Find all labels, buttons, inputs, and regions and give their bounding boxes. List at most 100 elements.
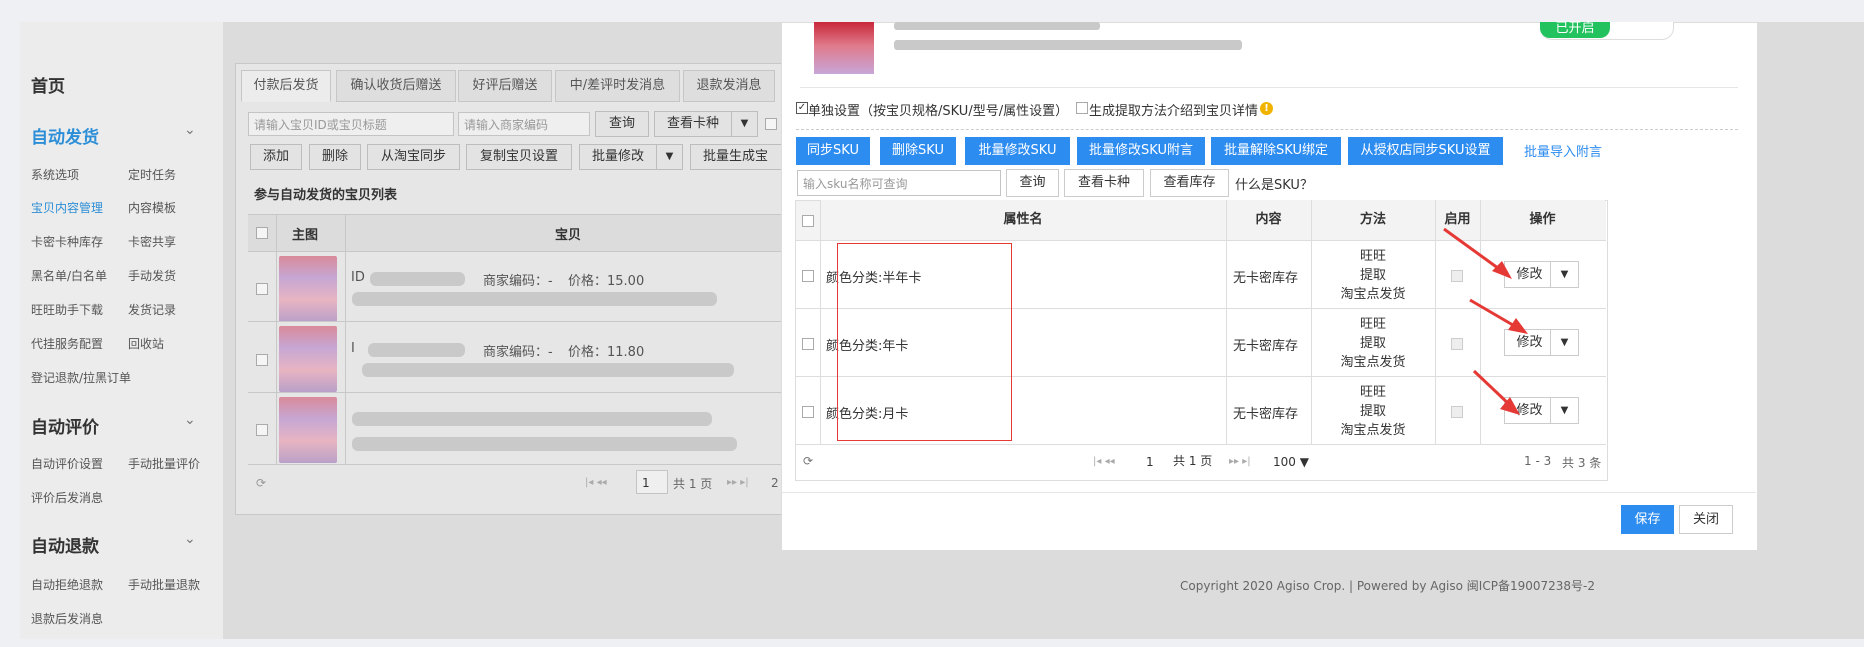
item-thumbnail (814, 22, 874, 74)
tab-after-payment[interactable]: 付款后发货 (241, 70, 331, 102)
merchant-code-input[interactable]: 请输入商家编码 (458, 112, 590, 136)
sidebar-item-manual-batch-review[interactable]: 手动批量评价 (128, 455, 200, 472)
tab-after-praise[interactable]: 好评后赠送 (458, 70, 552, 102)
refresh-icon[interactable]: ⟳ (803, 454, 813, 468)
sync-from-authorized-store-button[interactable]: 从授权店同步SKU设置 (1348, 137, 1503, 165)
sidebar-item-auto-reject-refund[interactable]: 自动拒绝退款 (31, 576, 103, 593)
method-taobao-delivery: 淘宝点发货 (1340, 355, 1406, 370)
batch-edit-sku-button[interactable]: 批量修改SKU (965, 137, 1070, 165)
status-badge[interactable]: 已开启 (1540, 22, 1610, 38)
close-button[interactable]: 关闭 (1679, 505, 1733, 534)
sku-content: 无卡密库存 (1233, 271, 1299, 286)
sidebar-item-manual-batch-refund[interactable]: 手动批量退款 (128, 576, 200, 593)
delete-button[interactable]: 删除 (309, 144, 361, 170)
sidebar-item-card-share[interactable]: 卡密共享 (128, 233, 176, 250)
sku-row-checkbox[interactable] (802, 338, 814, 350)
row-checkbox[interactable] (256, 424, 268, 436)
sku-search-input[interactable]: 输入sku名称可查询 (797, 170, 1001, 196)
batch-generate-button[interactable]: 批量生成宝 (690, 144, 791, 170)
batch-import-note-link[interactable]: 批量导入附言 (1524, 141, 1602, 160)
delete-sku-button[interactable]: 删除SKU (880, 137, 956, 165)
sku-view-stock-button[interactable]: 查看库存 (1150, 169, 1229, 197)
checkbox[interactable] (765, 118, 777, 130)
tab-bad-review[interactable]: 中/差评时发消息 (555, 70, 680, 102)
last-page-icon[interactable]: ▸▸ ▸| (727, 477, 749, 488)
individual-setting-checkbox[interactable]: ✓ (796, 102, 808, 114)
footer-copyright: Copyright 2020 Agiso Crop. | Powered by … (1180, 579, 1595, 593)
sidebar-item-ww-download[interactable]: 旺旺助手下载 (31, 301, 103, 318)
sidebar-item-scheduled-tasks[interactable]: 定时任务 (128, 166, 176, 183)
sidebar-item-delivery-log[interactable]: 发货记录 (128, 301, 176, 318)
sku-query-button[interactable]: 查询 (1006, 169, 1059, 197)
sku-content: 无卡密库存 (1233, 339, 1299, 354)
view-cards-button[interactable]: 查看卡种 (654, 111, 732, 137)
sku-view-cards-button[interactable]: 查看卡种 (1064, 169, 1144, 197)
batch-edit-dropdown[interactable]: ▼ (656, 144, 683, 170)
batch-unbind-sku-button[interactable]: 批量解除SKU绑定 (1211, 137, 1341, 165)
sku-edit-dropdown[interactable]: ▼ (1550, 261, 1579, 288)
sidebar: 首页 自动发货 ⌄ 系统选项 定时任务 宝贝内容管理 内容模板 卡密卡种库存 卡… (20, 22, 223, 639)
first-page-icon[interactable]: |◂ ◂◂ (1093, 456, 1115, 467)
sidebar-section-auto-refund[interactable]: 自动退款 (31, 532, 99, 557)
row-checkbox[interactable] (256, 283, 268, 295)
select-all-checkbox[interactable] (256, 227, 268, 239)
extract-method-label: 生成提取方法介绍到宝贝详情 (1089, 104, 1259, 119)
select-all-sku-checkbox[interactable] (802, 215, 814, 227)
chevron-down-icon[interactable]: ⌄ (184, 412, 196, 428)
item-code: 商家编码：- (483, 274, 553, 289)
sku-content: 无卡密库存 (1233, 407, 1299, 422)
save-button[interactable]: 保存 (1621, 505, 1674, 534)
info-icon[interactable]: ! (1260, 102, 1273, 115)
sidebar-item-system-options[interactable]: 系统选项 (31, 166, 79, 183)
last-page-icon[interactable]: ▸▸ ▸| (1229, 456, 1251, 467)
tab-refund-message[interactable]: 退款发消息 (683, 70, 775, 102)
sidebar-section-auto-delivery[interactable]: 自动发货 (31, 123, 99, 148)
what-is-sku-link[interactable]: 什么是SKU？ (1235, 174, 1313, 193)
batch-edit-sku-note-button[interactable]: 批量修改SKU附言 (1077, 137, 1205, 165)
item-id: I (351, 341, 355, 356)
chevron-down-icon[interactable]: ⌄ (184, 531, 196, 547)
sidebar-item-review-message[interactable]: 评价后发消息 (31, 489, 103, 506)
col-item: 宝贝 (555, 228, 582, 243)
sku-enabled-checkbox[interactable] (1451, 338, 1463, 350)
sidebar-item-refund-register[interactable]: 登记退款/拉黑订单 (31, 369, 131, 386)
first-page-icon[interactable]: |◂ ◂◂ (585, 477, 607, 488)
sku-method: 旺旺 提取 淘宝点发货 (1311, 247, 1435, 304)
bg-page-input[interactable]: 1 (636, 470, 668, 494)
sku-edit-dropdown[interactable]: ▼ (1550, 329, 1579, 356)
item-thumbnail (279, 397, 337, 463)
batch-edit-button[interactable]: 批量修改 (579, 144, 657, 170)
sidebar-item-proxy-config[interactable]: 代挂服务配置 (31, 335, 103, 352)
sku-method: 旺旺 提取 淘宝点发货 (1311, 315, 1435, 372)
copy-settings-button[interactable]: 复制宝贝设置 (466, 144, 572, 170)
sidebar-item-item-content[interactable]: 宝贝内容管理 (31, 199, 103, 216)
tab-after-receipt[interactable]: 确认收货后赠送 (336, 70, 456, 102)
item-search-input[interactable]: 请输入宝贝ID或宝贝标题 (248, 112, 454, 136)
sidebar-item-blacklist[interactable]: 黑名单/白名单 (31, 267, 107, 284)
sidebar-item-recycle-bin[interactable]: 回收站 (128, 335, 164, 352)
extract-method-checkbox[interactable] (1076, 102, 1088, 114)
sidebar-home[interactable]: 首页 (31, 72, 65, 97)
method-wangwang: 旺旺 (1359, 317, 1386, 332)
query-button[interactable]: 查询 (595, 111, 649, 137)
sku-row-checkbox[interactable] (802, 406, 814, 418)
sync-taobao-button[interactable]: 从淘宝同步 (367, 144, 460, 170)
page-size-select[interactable]: 100 ▼ (1273, 455, 1309, 469)
sidebar-item-refund-message[interactable]: 退款后发消息 (31, 610, 103, 627)
sku-row-checkbox[interactable] (802, 270, 814, 282)
sidebar-item-card-stock[interactable]: 卡密卡种库存 (31, 233, 103, 250)
sidebar-item-auto-review-settings[interactable]: 自动评价设置 (31, 455, 103, 472)
add-button[interactable]: 添加 (250, 144, 302, 170)
refresh-icon[interactable]: ⟳ (256, 476, 266, 490)
sidebar-item-manual-delivery[interactable]: 手动发货 (128, 267, 176, 284)
sku-enabled-checkbox[interactable] (1451, 406, 1463, 418)
sidebar-section-auto-review[interactable]: 自动评价 (31, 413, 99, 438)
chevron-down-icon[interactable]: ⌄ (184, 122, 196, 138)
page-number[interactable]: 1 (1146, 455, 1154, 469)
item-code: 商家编码：- (483, 345, 553, 360)
sync-sku-button[interactable]: 同步SKU (796, 137, 870, 165)
view-cards-dropdown[interactable]: ▼ (731, 111, 758, 137)
sku-edit-dropdown[interactable]: ▼ (1550, 397, 1579, 424)
row-checkbox[interactable] (256, 354, 268, 366)
sidebar-item-content-template[interactable]: 内容模板 (128, 199, 176, 216)
